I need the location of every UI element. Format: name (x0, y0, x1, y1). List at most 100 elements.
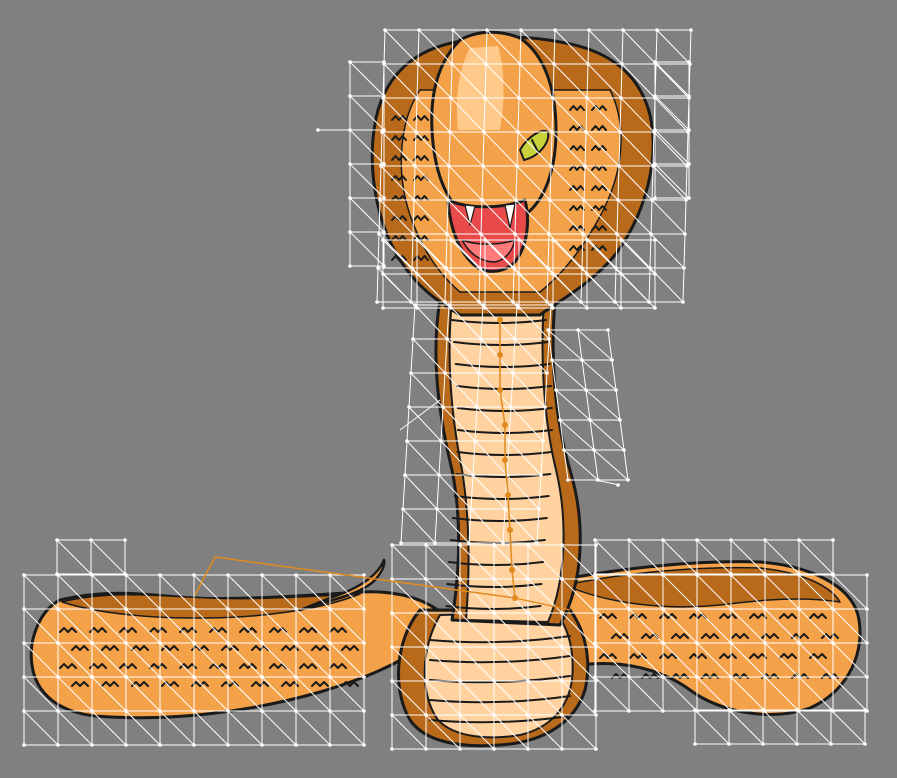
mesh-vertex[interactable] (687, 128, 691, 132)
mesh-vertex[interactable] (576, 328, 580, 332)
mesh-vertex[interactable] (451, 28, 455, 32)
mesh-vertex[interactable] (458, 577, 462, 581)
mesh-vertex[interactable] (865, 675, 869, 679)
mesh-vertex[interactable] (829, 742, 833, 746)
mesh-vertex[interactable] (433, 541, 437, 545)
mesh-vertex[interactable] (390, 577, 394, 581)
mesh-vertex[interactable] (831, 607, 835, 611)
mesh-vertex[interactable] (593, 641, 597, 645)
mesh-vertex[interactable] (417, 28, 421, 32)
mesh-vertex[interactable] (763, 538, 767, 542)
mesh-vertex[interactable] (403, 473, 407, 477)
mesh-vertex[interactable] (471, 473, 475, 477)
mesh-vertex[interactable] (348, 230, 352, 234)
mesh-vertex[interactable] (362, 675, 366, 679)
mesh-vertex[interactable] (56, 743, 60, 747)
mesh-vertex[interactable] (424, 645, 428, 649)
mesh-vertex[interactable] (328, 743, 332, 747)
mesh-vertex[interactable] (412, 198, 416, 202)
mesh-vertex[interactable] (550, 358, 554, 362)
mesh-vertex[interactable] (517, 96, 521, 100)
mesh-vertex[interactable] (585, 238, 589, 242)
mesh-vertex[interactable] (526, 543, 530, 547)
mesh-vertex[interactable] (348, 60, 352, 64)
mesh-vertex[interactable] (863, 708, 867, 712)
mesh-vertex[interactable] (514, 198, 518, 202)
mesh-vertex[interactable] (124, 675, 128, 679)
mesh-vertex[interactable] (653, 306, 657, 310)
mesh-vertex[interactable] (526, 645, 530, 649)
mesh-vertex[interactable] (411, 232, 415, 236)
mesh-vertex[interactable] (260, 743, 264, 747)
mesh-vertex[interactable] (653, 272, 657, 276)
mesh-vertex[interactable] (594, 611, 598, 615)
mesh-vertex[interactable] (378, 198, 382, 202)
mesh-vertex[interactable] (481, 164, 485, 168)
mesh-vertex[interactable] (56, 709, 60, 713)
mesh-vertex[interactable] (797, 538, 801, 542)
mesh-vertex[interactable] (661, 538, 665, 542)
mesh-vertex[interactable] (579, 300, 583, 304)
mesh-vertex[interactable] (594, 645, 598, 649)
mesh-vertex[interactable] (328, 709, 332, 713)
mesh-vertex[interactable] (865, 573, 869, 577)
mesh-vertex[interactable] (683, 232, 687, 236)
mesh-vertex[interactable] (362, 709, 366, 713)
mesh-vertex[interactable] (424, 747, 428, 751)
mesh-vertex[interactable] (390, 611, 394, 615)
mesh-vertex[interactable] (458, 713, 462, 717)
mesh-vertex[interactable] (435, 507, 439, 511)
mesh-vertex[interactable] (693, 742, 697, 746)
mesh-vertex[interactable] (619, 238, 623, 242)
mesh-vertex[interactable] (684, 198, 688, 202)
mesh-vertex[interactable] (477, 300, 481, 304)
mesh-vertex[interactable] (480, 198, 484, 202)
mesh-vertex[interactable] (831, 675, 835, 679)
mesh-vertex[interactable] (507, 439, 511, 443)
mesh-vertex[interactable] (627, 675, 631, 679)
mesh-vertex[interactable] (379, 164, 383, 168)
mesh-vertex[interactable] (593, 675, 597, 679)
mesh-vertex[interactable] (446, 198, 450, 202)
mesh-vertex[interactable] (123, 538, 127, 542)
mesh-vertex[interactable] (551, 306, 555, 310)
mesh-vertex[interactable] (511, 371, 515, 375)
mesh-vertex[interactable] (483, 306, 487, 310)
mesh-vertex[interactable] (437, 473, 441, 477)
mesh-vertex[interactable] (592, 448, 596, 452)
mesh-vertex[interactable] (593, 538, 597, 542)
mesh-vertex[interactable] (551, 238, 555, 242)
mesh-vertex[interactable] (653, 94, 657, 98)
mesh-vertex[interactable] (55, 538, 59, 542)
mesh-vertex[interactable] (695, 573, 699, 577)
mesh-vertex[interactable] (614, 388, 618, 392)
mesh-vertex[interactable] (763, 573, 767, 577)
bone-joint[interactable] (502, 457, 508, 463)
mesh-vertex[interactable] (613, 300, 617, 304)
mesh-vertex[interactable] (192, 743, 196, 747)
mesh-vertex[interactable] (56, 641, 60, 645)
mesh-vertex[interactable] (449, 238, 453, 242)
mesh-vertex[interactable] (192, 709, 196, 713)
mesh-vertex[interactable] (615, 232, 619, 236)
mesh-vertex[interactable] (158, 709, 162, 713)
mesh-vertex[interactable] (401, 507, 405, 511)
mesh-vertex[interactable] (503, 507, 507, 511)
mesh-vertex[interactable] (381, 306, 385, 310)
mesh-vertex[interactable] (580, 358, 584, 362)
mesh-vertex[interactable] (449, 306, 453, 310)
mesh-vertex[interactable] (22, 675, 26, 679)
mesh-vertex[interactable] (483, 272, 487, 276)
mesh-vertex[interactable] (328, 607, 332, 611)
mesh-vertex[interactable] (362, 573, 366, 577)
mesh-vertex[interactable] (348, 162, 352, 166)
mesh-vertex[interactable] (619, 272, 623, 276)
mesh-vertex[interactable] (441, 405, 445, 409)
mesh-vertex[interactable] (348, 94, 352, 98)
mesh-vertex[interactable] (90, 607, 94, 611)
mesh-vertex[interactable] (588, 418, 592, 422)
canvas-stage[interactable] (0, 0, 897, 778)
mesh-vertex[interactable] (407, 405, 411, 409)
mesh-vertex[interactable] (89, 538, 93, 542)
mesh-vertex[interactable] (616, 483, 620, 487)
